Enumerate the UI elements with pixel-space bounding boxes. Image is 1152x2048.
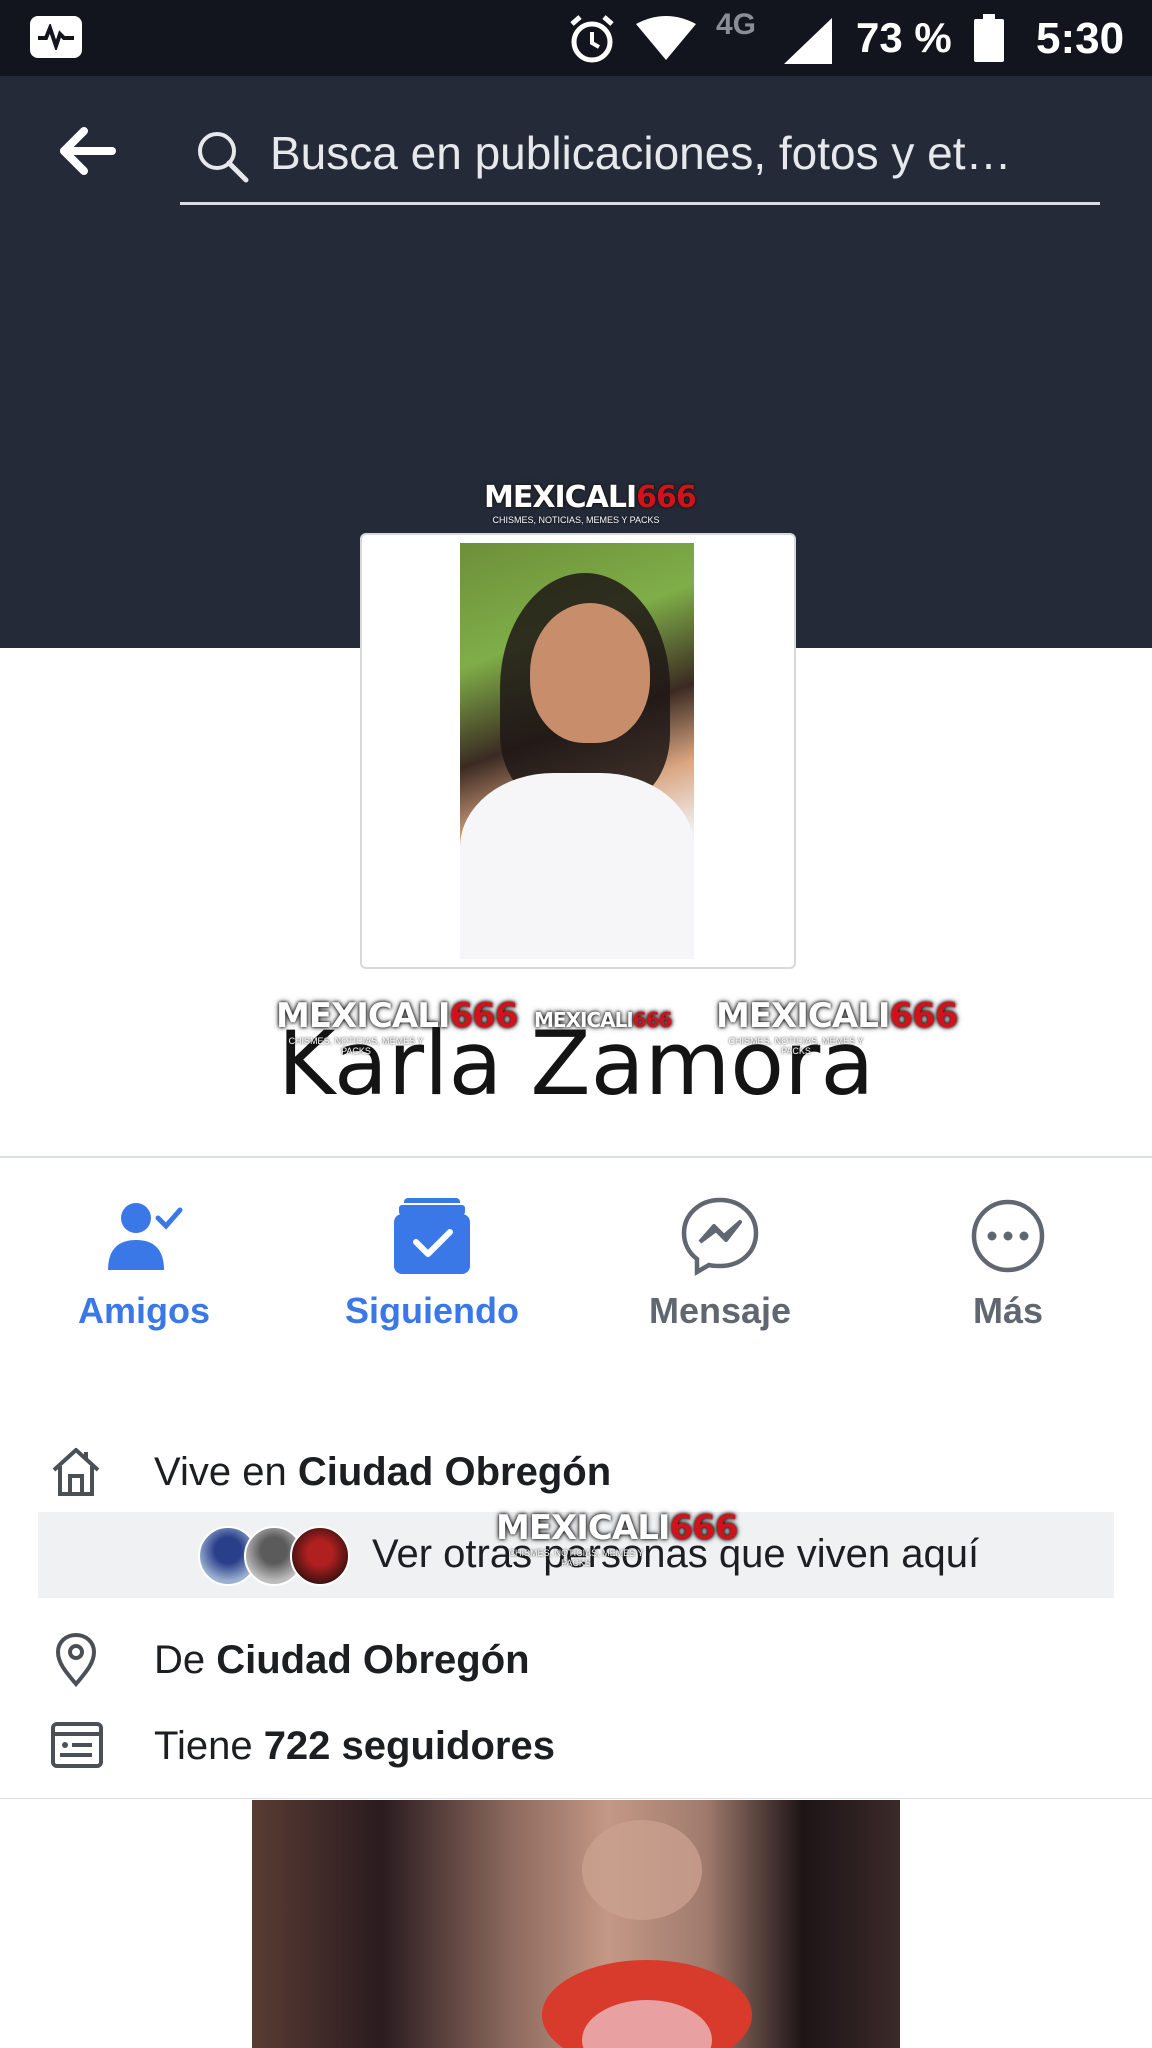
from-city[interactable]: Ciudad Obregón	[216, 1638, 529, 1682]
following-label: Siguiendo	[345, 1290, 519, 1331]
message-label: Mensaje	[648, 1290, 792, 1331]
activity-icon	[30, 16, 82, 58]
friends-check-icon	[108, 1203, 183, 1270]
more-label: Más	[972, 1290, 1044, 1331]
lives-in-text: Vive en Ciudad Obregón	[154, 1450, 612, 1494]
battery-percent: 73 %	[856, 14, 952, 61]
network-type: 4G	[716, 8, 757, 41]
watermark-logo: MEXICALI666 CHISMES, NOTICIAS, MEMES Y P…	[716, 996, 958, 1056]
featured-photo[interactable]	[252, 1800, 900, 2048]
home-icon	[52, 1448, 100, 1496]
arrow-left-icon	[60, 127, 116, 175]
search-input[interactable]: Busca en publicaciones, fotos y et…	[180, 116, 1100, 205]
following-check-icon	[394, 1198, 470, 1274]
status-bar: 4G 73 % 5:30	[0, 0, 1152, 76]
watermark-logo: MEXICALI666 CHISMES, NOTICIAS, MEMES Y P…	[276, 996, 518, 1056]
following-button[interactable]: Siguiendo	[322, 1196, 542, 1332]
lives-in-row: Vive en Ciudad Obregón	[0, 1440, 1152, 1504]
alarm-icon	[570, 15, 614, 63]
from-row: De Ciudad Obregón	[0, 1628, 1152, 1692]
signal-icon	[784, 18, 832, 64]
watermark-logo: MEXICALI666 CHISMES, NOTICIAS, MEMES Y P…	[484, 480, 697, 525]
messenger-icon	[681, 1197, 759, 1276]
profile-photo	[460, 543, 694, 959]
watermark-logo: MEXICALI666 CHISMES, NOTICIAS, MEMES Y P…	[496, 1508, 738, 1568]
friend-avatars	[198, 1526, 350, 1586]
followers-count[interactable]: 722 seguidores	[264, 1724, 555, 1768]
divider	[0, 1156, 1152, 1158]
wifi-icon	[636, 16, 696, 60]
more-button[interactable]: Más	[898, 1196, 1118, 1332]
watermark-logo: MEXICALI666	[534, 1008, 673, 1032]
profile-picture[interactable]	[360, 533, 796, 969]
location-pin-icon	[55, 1632, 97, 1688]
battery-icon	[974, 14, 1004, 62]
message-button[interactable]: Mensaje	[610, 1196, 830, 1332]
followers-card-icon	[51, 1722, 103, 1768]
search-placeholder: Busca en publicaciones, fotos y et…	[270, 127, 1012, 179]
followers-text: Tiene 722 seguidores	[154, 1724, 555, 1768]
more-icon	[971, 1199, 1045, 1273]
divider	[0, 1798, 1152, 1799]
back-button[interactable]	[56, 126, 126, 186]
friends-label: Amigos	[77, 1290, 210, 1331]
clock: 5:30	[1036, 14, 1125, 63]
followers-row: Tiene 722 seguidores	[0, 1714, 1152, 1778]
friends-button[interactable]: Amigos	[34, 1196, 254, 1332]
search-icon	[198, 132, 249, 183]
avatar	[290, 1526, 350, 1586]
from-text: De Ciudad Obregón	[154, 1638, 530, 1682]
lives-in-city[interactable]: Ciudad Obregón	[298, 1450, 611, 1494]
